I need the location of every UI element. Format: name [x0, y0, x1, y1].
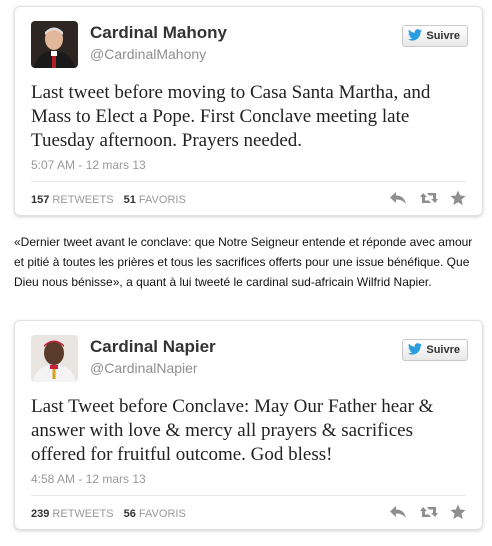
twitter-bird-icon: [408, 28, 423, 44]
retweet-icon[interactable]: [420, 190, 438, 206]
author-name[interactable]: Cardinal Napier: [90, 337, 216, 357]
follow-label: Suivre: [426, 30, 460, 42]
follow-button[interactable]: Suivre: [402, 339, 468, 361]
favorite-star-icon[interactable]: [450, 504, 466, 520]
tweet-card: Cardinal Mahony @CardinalMahony Suivre L…: [14, 6, 483, 216]
tweet-timestamp[interactable]: 4:58 AM - 12 mars 13: [31, 472, 146, 486]
retweets-label[interactable]: RETWEETS: [52, 194, 113, 206]
tweet-card: Cardinal Napier @CardinalNapier Suivre L…: [14, 320, 483, 530]
divider: [31, 181, 466, 182]
retweet-icon[interactable]: [420, 504, 438, 520]
retweet-count[interactable]: 239: [31, 508, 49, 520]
tweet-stats: 239 RETWEETS 56 FAVORIS: [31, 508, 193, 520]
author-handle[interactable]: @CardinalMahony: [90, 46, 206, 62]
favorites-label[interactable]: FAVORIS: [139, 194, 186, 206]
favorite-star-icon[interactable]: [450, 190, 466, 206]
tweet-actions: [390, 504, 466, 520]
avatar[interactable]: [31, 21, 78, 68]
favorite-count[interactable]: 56: [124, 508, 136, 520]
follow-button[interactable]: Suivre: [402, 25, 468, 47]
article-caption: «Dernier tweet avant le conclave: que No…: [14, 235, 473, 289]
favorite-count[interactable]: 51: [124, 194, 136, 206]
avatar[interactable]: [31, 335, 78, 382]
reply-icon[interactable]: [390, 190, 406, 206]
author-name[interactable]: Cardinal Mahony: [90, 23, 227, 43]
tweet-actions: [390, 190, 466, 206]
tweet-stats: 157 RETWEETS 51 FAVORIS: [31, 194, 193, 206]
follow-label: Suivre: [426, 344, 460, 356]
twitter-bird-icon: [408, 342, 423, 358]
retweet-count[interactable]: 157: [31, 194, 49, 206]
retweets-label[interactable]: RETWEETS: [52, 508, 113, 520]
tweet-text: Last tweet before moving to Casa Santa M…: [31, 82, 431, 151]
tweet-timestamp[interactable]: 5:07 AM - 12 mars 13: [31, 158, 146, 172]
reply-icon[interactable]: [390, 504, 406, 520]
favorites-label[interactable]: FAVORIS: [139, 508, 186, 520]
divider: [31, 495, 466, 496]
tweet-text: Last Tweet before Conclave: May Our Fath…: [31, 396, 434, 465]
author-handle[interactable]: @CardinalNapier: [90, 360, 198, 376]
